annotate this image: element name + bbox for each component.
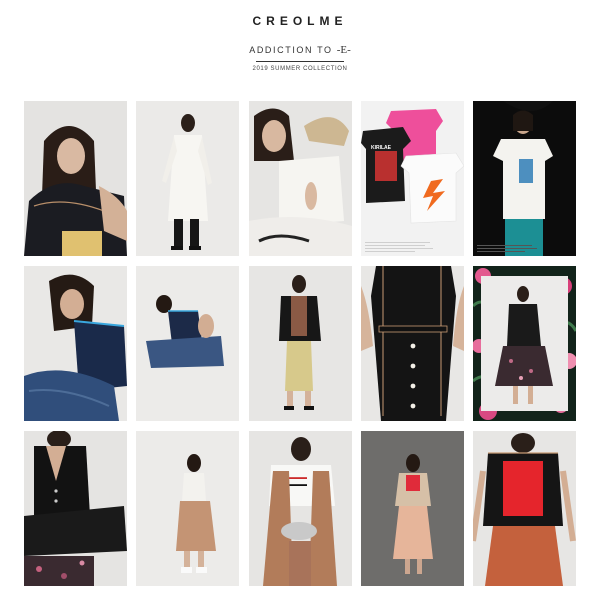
lookbook-photo-3[interactable] bbox=[249, 101, 352, 256]
title-divider bbox=[256, 61, 344, 62]
lookbook-photo-1[interactable] bbox=[24, 101, 127, 256]
lookbook-photo-5[interactable] bbox=[473, 101, 576, 256]
svg-text:▬▬▬: ▬▬▬ bbox=[289, 475, 307, 481]
lookbook-photo-13[interactable]: ▬▬▬ ▬▬▬ bbox=[249, 431, 352, 586]
lookbook-photo-11[interactable] bbox=[24, 431, 127, 586]
page-header: CREOLME ADDICTION TO -E- 2019 SUMMER COL… bbox=[0, 0, 600, 90]
lookbook-photo-9[interactable] bbox=[361, 266, 464, 421]
photo-credits bbox=[365, 241, 435, 252]
photo-credits bbox=[477, 244, 547, 252]
lookbook-photo-4-tees[interactable]: KIRILAE bbox=[361, 101, 464, 256]
lookbook-photo-2[interactable] bbox=[136, 101, 239, 256]
brand-logo[interactable]: CREOLME bbox=[0, 14, 600, 28]
lookbook-grid: KIRILAE ▬▬▬ ▬▬▬ bbox=[24, 101, 576, 600]
lookbook-photo-10-floral[interactable] bbox=[473, 266, 576, 421]
collection-title-prefix: ADDICTION TO bbox=[249, 45, 337, 55]
collection-title: ADDICTION TO -E- bbox=[0, 44, 600, 56]
season-label: 2019 SUMMER COLLECTION bbox=[252, 66, 348, 72]
lookbook-photo-14[interactable] bbox=[361, 431, 464, 586]
collection-title-mark: -E- bbox=[336, 44, 351, 56]
lookbook-photo-8[interactable] bbox=[249, 266, 352, 421]
lookbook-photo-12[interactable] bbox=[136, 431, 239, 586]
lookbook-photo-7[interactable] bbox=[136, 266, 239, 421]
svg-text:▬▬▬: ▬▬▬ bbox=[289, 482, 307, 488]
tee-print-text: KIRILAE bbox=[371, 145, 392, 151]
lookbook-photo-6[interactable] bbox=[24, 266, 127, 421]
lookbook-photo-15[interactable] bbox=[473, 431, 576, 586]
